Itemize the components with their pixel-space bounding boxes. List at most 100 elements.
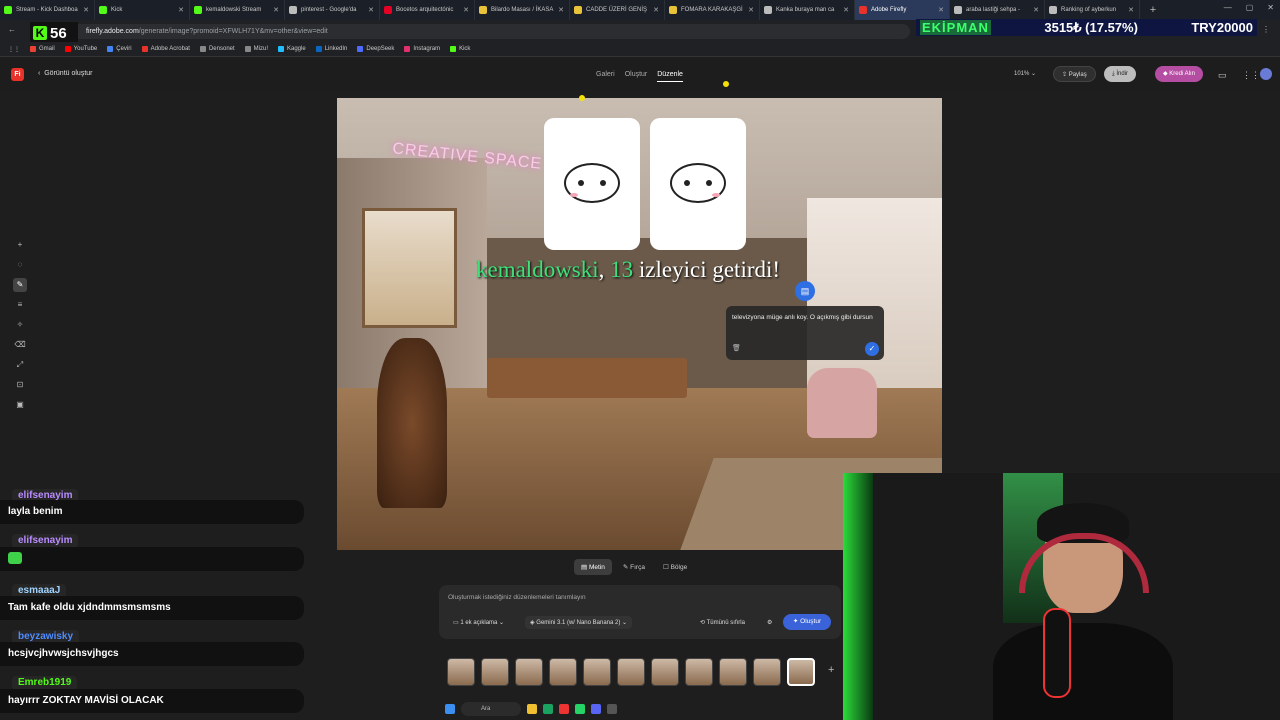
magic-wand-icon[interactable]: ✧ bbox=[13, 318, 27, 332]
history-thumbnail[interactable] bbox=[651, 658, 679, 686]
history-thumbnail[interactable] bbox=[583, 658, 611, 686]
browser-tab[interactable]: Stream - Kick Dashboa ✕ bbox=[0, 0, 95, 20]
tab-favicon-icon bbox=[859, 6, 867, 14]
browser-tab[interactable]: CADDE ÜZERİ GENİŞ ✕ bbox=[570, 0, 665, 20]
add-icon[interactable]: + bbox=[13, 238, 27, 252]
browser-tab[interactable]: kemaldowski Stream ✕ bbox=[190, 0, 285, 20]
confirm-check-icon[interactable]: ✓ bbox=[865, 342, 879, 356]
add-image-icon[interactable]: + bbox=[828, 664, 834, 676]
generate-button[interactable]: ✦ Oluştur bbox=[783, 614, 831, 630]
tab-close-icon[interactable]: ✕ bbox=[558, 6, 564, 14]
download-button[interactable]: ⤓ İndir bbox=[1104, 66, 1136, 82]
tab-close-icon[interactable]: ✕ bbox=[273, 6, 279, 14]
tab-close-icon[interactable]: ✕ bbox=[83, 6, 89, 14]
discord-icon[interactable] bbox=[591, 704, 601, 714]
history-thumbnail[interactable] bbox=[617, 658, 645, 686]
menu-dots-icon[interactable]: ⋮ bbox=[1262, 25, 1270, 34]
close-window-icon[interactable]: ✕ bbox=[1267, 3, 1274, 12]
layers-icon[interactable]: ≡ bbox=[13, 298, 27, 312]
trash-icon[interactable]: 🗑 bbox=[732, 343, 741, 354]
tab-close-icon[interactable]: ✕ bbox=[1033, 6, 1039, 14]
select-tool-icon[interactable]: ◌ bbox=[13, 258, 27, 272]
address-bar[interactable]: firefly.adobe.com/generate/image?promoid… bbox=[30, 24, 910, 39]
browser-tab[interactable]: Bocetos arquitectónic ✕ bbox=[380, 0, 475, 20]
bookmark-label: Adobe Acrobat bbox=[150, 46, 190, 52]
model-dropdown[interactable]: ◈ Gemini 3.1 (w/ Nano Banana 2) ⌄ bbox=[525, 616, 633, 629]
bookmark-item[interactable]: DeepSeek bbox=[357, 46, 394, 52]
history-thumbnail[interactable] bbox=[447, 658, 475, 686]
bookmark-item[interactable]: Mizu! bbox=[244, 46, 268, 52]
tab-gallery[interactable]: Galeri bbox=[596, 71, 615, 82]
browser-tab[interactable]: Kick ✕ bbox=[95, 0, 190, 20]
bookmark-item[interactable]: Adobe Acrobat bbox=[141, 46, 190, 52]
minimize-icon[interactable]: — bbox=[1224, 3, 1232, 12]
history-thumbnail[interactable] bbox=[515, 658, 543, 686]
browser-tab[interactable]: araba lastiği sehpa - ✕ bbox=[950, 0, 1045, 20]
comment-pin-icon[interactable]: ▤ bbox=[795, 281, 815, 301]
browser-tab[interactable]: Kanka buraya man ca ✕ bbox=[760, 0, 855, 20]
tab-close-icon[interactable]: ✕ bbox=[178, 6, 184, 14]
crop-icon[interactable]: ⊡ bbox=[13, 378, 27, 392]
apps-grid-icon[interactable]: ⋮⋮ bbox=[1242, 70, 1260, 81]
image-icon[interactable]: ▣ bbox=[13, 398, 27, 412]
browser-tab[interactable]: FOMARA KARAKAŞGİ ✕ bbox=[665, 0, 760, 20]
obs-icon[interactable] bbox=[607, 704, 617, 714]
adobe-firefly-logo-icon[interactable]: Fi bbox=[11, 68, 24, 81]
reset-icon: ⟲ bbox=[700, 620, 706, 626]
bookmark-item[interactable]: Gmail bbox=[30, 46, 55, 52]
tab-close-icon[interactable]: ✕ bbox=[653, 6, 659, 14]
back-arrow-icon[interactable]: ← bbox=[8, 25, 16, 34]
mode-text[interactable]: ▤ Metin bbox=[574, 559, 612, 575]
zoom-level[interactable]: 101% ⌄ bbox=[1014, 70, 1036, 77]
taskbar-search[interactable]: Ara bbox=[461, 702, 521, 716]
avatar[interactable] bbox=[1260, 68, 1272, 80]
mode-region[interactable]: ☐ Bölge bbox=[656, 559, 694, 575]
tab-edit[interactable]: Düzenle bbox=[657, 71, 683, 82]
brush-tool-icon[interactable]: ✎ bbox=[13, 278, 27, 292]
history-thumbnail[interactable] bbox=[685, 658, 713, 686]
clear-all-button[interactable]: ⟲ Tümünü sıfırla bbox=[695, 616, 750, 629]
erase-icon[interactable]: ⌫ bbox=[13, 338, 27, 352]
tab-close-icon[interactable]: ✕ bbox=[843, 6, 849, 14]
bookmark-item[interactable]: Çeviri bbox=[107, 46, 132, 52]
apps-icon[interactable]: ⋮⋮ bbox=[8, 46, 20, 53]
ticker-value: 3515₺ (17.57%) bbox=[1044, 19, 1138, 35]
get-credits-button[interactable]: ◆ Kredi Alın bbox=[1155, 66, 1203, 82]
page-title[interactable]: ‹ Görüntü oluştur bbox=[38, 70, 92, 77]
windows-start-icon[interactable] bbox=[445, 704, 455, 714]
browser-tab[interactable]: pinterest - Google'da ✕ bbox=[285, 0, 380, 20]
file-explorer-icon[interactable] bbox=[527, 704, 537, 714]
history-thumbnail-selected[interactable] bbox=[787, 658, 815, 686]
bookmark-item[interactable]: YouTube bbox=[64, 46, 97, 52]
bookmark-item[interactable]: LinkedIn bbox=[315, 46, 347, 52]
tab-close-icon[interactable]: ✕ bbox=[368, 6, 374, 14]
settings-icon[interactable]: ⚙ bbox=[762, 616, 777, 629]
browser-tab[interactable]: Ranking of ayberkun ✕ bbox=[1045, 0, 1140, 20]
bookmark-item[interactable]: Densonet bbox=[199, 46, 235, 52]
chrome-icon[interactable] bbox=[543, 704, 553, 714]
tab-close-icon[interactable]: ✕ bbox=[1128, 6, 1134, 14]
bookmark-item[interactable]: Kick bbox=[450, 46, 470, 52]
comment-icon[interactable]: ▭ bbox=[1218, 70, 1227, 81]
tab-generate[interactable]: Oluştur bbox=[625, 71, 648, 82]
reference-dropdown[interactable]: ▭ 1 ek açıklama ⌄ bbox=[448, 616, 509, 629]
whatsapp-icon[interactable] bbox=[575, 704, 585, 714]
browser-tab[interactable]: Bilardo Masası / İKASA ✕ bbox=[475, 0, 570, 20]
mode-brush[interactable]: ✎ Fırça bbox=[616, 559, 652, 575]
maximize-icon[interactable]: ▢ bbox=[1246, 3, 1254, 12]
history-thumbnail[interactable] bbox=[753, 658, 781, 686]
prompt-input[interactable]: Oluşturmak istediğiniz düzenlemeleri tan… bbox=[448, 594, 586, 601]
tab-close-icon[interactable]: ✕ bbox=[748, 6, 754, 14]
history-thumbnail[interactable] bbox=[549, 658, 577, 686]
bookmark-item[interactable]: Instagram bbox=[404, 46, 440, 52]
tab-close-icon[interactable]: ✕ bbox=[463, 6, 469, 14]
history-thumbnail[interactable] bbox=[719, 658, 747, 686]
new-tab-button[interactable]: + bbox=[1146, 4, 1160, 16]
tab-close-icon[interactable]: ✕ bbox=[938, 6, 944, 14]
expand-icon[interactable]: ⤢ bbox=[13, 358, 27, 372]
history-thumbnail[interactable] bbox=[481, 658, 509, 686]
browser-tab[interactable]: Adobe Firefly ✕ bbox=[855, 0, 950, 20]
share-button[interactable]: ⇪ Paylaş bbox=[1053, 66, 1096, 82]
bookmark-item[interactable]: Kaggle bbox=[278, 46, 306, 52]
youtube-icon[interactable] bbox=[559, 704, 569, 714]
